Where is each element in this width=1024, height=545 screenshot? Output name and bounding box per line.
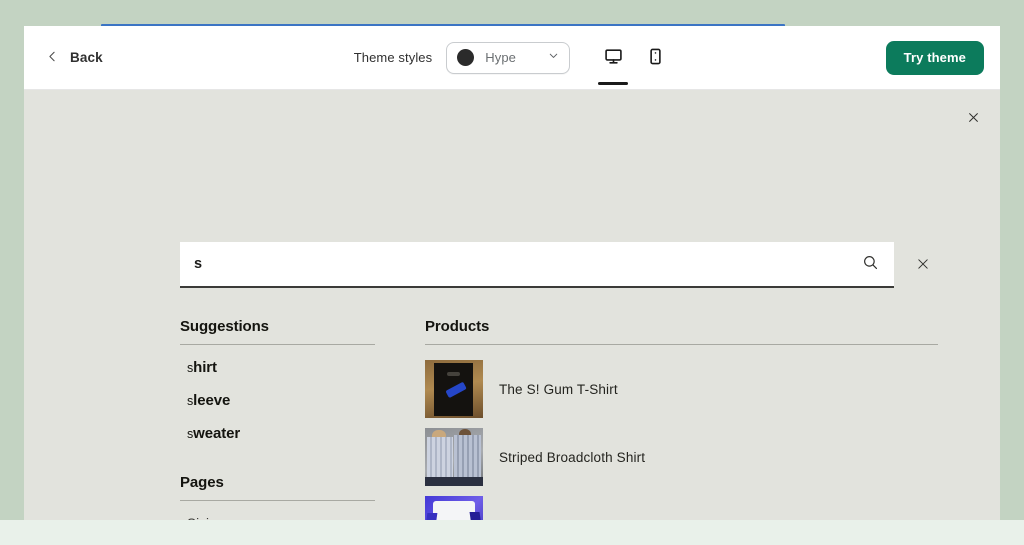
mobile-icon [646,47,665,69]
product-title: Striped Broadcloth Shirt [499,449,646,465]
suggestion-remainder: weater [193,425,241,442]
page-link-sizing[interactable]: Sizing [180,507,375,520]
back-button[interactable]: Back [38,44,111,72]
suggestion-item[interactable]: shirt [180,351,375,384]
suggestion-remainder: leeve [193,392,231,409]
sutoka-longsleeve-thumbnail: ストーカー [425,496,483,520]
theme-styles-label: Theme styles [353,50,433,65]
pages-list: Sizing Shipping [180,507,375,520]
theme-preview-window: Back Theme styles Hype Try theme s Sugge… [24,26,1000,520]
suggestion-item[interactable]: sweater [180,417,375,450]
page-footer-area [0,520,1024,545]
search-field[interactable] [180,242,894,288]
thumbnail-graphic-text: ストーカー [435,519,478,520]
viewport-toggle-group [598,38,670,85]
search-bar-region [180,242,938,288]
close-icon [916,257,930,274]
products-heading: Products [425,318,938,345]
back-label: Back [70,50,103,65]
product-row[interactable]: The S! Gum T-Shirt [425,355,938,423]
style-select-value: Hype [485,50,516,65]
suggestions-heading: Suggestions [180,318,375,345]
suggestion-item[interactable]: sleeve [180,384,375,417]
suggestions-column: Suggestions shirt sleeve sweater Pages [180,318,375,520]
suggestions-list: shirt sleeve sweater [180,351,375,450]
product-title: Sutoka Long Sleeve [499,518,623,521]
try-theme-button[interactable]: Try theme [885,40,984,75]
close-icon [967,111,980,127]
mobile-view-button[interactable] [640,38,670,78]
products-column: Products The S! Gum T-Shirt Striped Broa… [425,318,938,520]
theme-style-select[interactable]: Hype [446,41,571,74]
storefront-preview: Suggestions shirt sleeve sweater Pages [24,90,1000,520]
desktop-view-button[interactable] [598,38,629,85]
product-row[interactable]: ストーカー Sutoka Long Sleeve [425,491,938,520]
search-results: Suggestions shirt sleeve sweater Pages P… [180,318,938,520]
active-view-indicator [598,81,629,85]
topbar-center-group: Theme styles Hype [24,38,1000,85]
suggestion-remainder: hirt [193,359,217,376]
theme-editor-topbar: Back Theme styles Hype Try theme [24,26,1000,90]
product-title: The S! Gum T-Shirt [499,381,618,397]
style-color-swatch [457,49,475,66]
close-preview-button[interactable] [958,104,988,134]
striped-shirt-thumbnail [425,428,483,486]
search-submit-button[interactable] [856,250,884,278]
screen: Back Theme styles Hype Try theme s Sugge… [0,0,1024,545]
chevron-down-icon [547,49,560,67]
pages-heading: Pages [180,474,375,501]
chevron-left-icon [46,50,59,66]
products-list: The S! Gum T-Shirt Striped Broadcloth Sh… [425,355,938,520]
search-input[interactable] [180,242,894,286]
gum-tshirt-thumbnail [425,360,483,418]
product-row[interactable]: Striped Broadcloth Shirt [425,423,938,491]
desktop-icon [604,47,623,69]
magnifier-icon [862,254,879,274]
clear-search-button[interactable] [908,242,938,288]
